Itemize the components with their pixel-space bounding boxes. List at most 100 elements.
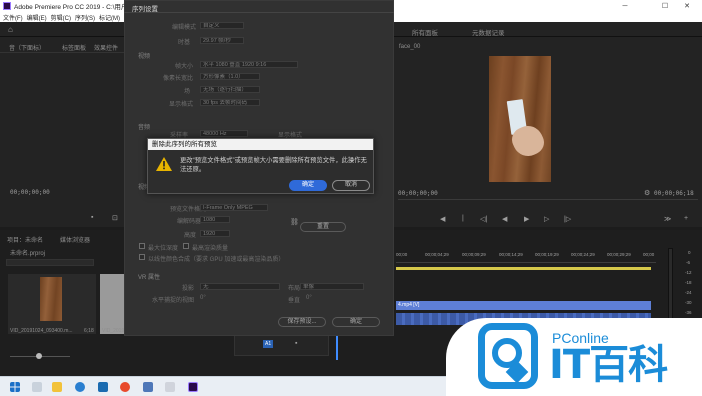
step-back-icon[interactable]: ◀ <box>502 215 507 223</box>
ruler-tick: 00;00;29;29 <box>607 252 631 257</box>
play-icon[interactable]: ▶ <box>524 215 529 223</box>
row-label: 编解码器 <box>177 219 202 225</box>
firefox-icon[interactable] <box>120 382 130 392</box>
workspace-tab-metadata[interactable]: 元数据记录 <box>472 27 505 37</box>
project-thumbnail-2[interactable] <box>100 274 124 334</box>
store-icon[interactable] <box>98 382 108 392</box>
step-forward-icon[interactable]: ▷ <box>544 215 549 223</box>
alert-ok-button[interactable]: 确定 <box>289 180 327 191</box>
save-preset-button[interactable]: 保存预设... <box>278 317 326 327</box>
tab-media-browser[interactable]: 媒体浏览器 <box>60 235 90 244</box>
minimize-button[interactable]: ─ <box>610 0 640 12</box>
track-a1-toggle[interactable]: A1 <box>263 340 274 348</box>
windows-start-icon[interactable] <box>10 382 20 392</box>
pconline-logo-icon <box>478 323 538 389</box>
task-view-icon[interactable] <box>32 382 42 392</box>
checkbox-label: 以线性颜色合成（要求 GPU 加速或最高渲染品质） <box>148 257 285 263</box>
editing-mode-select[interactable]: 自定义 <box>200 22 244 29</box>
premiere-app-icon <box>3 2 11 10</box>
app-icon[interactable] <box>143 382 153 392</box>
export-frame-icon[interactable]: ⊡ <box>112 214 118 222</box>
max-render-quality-checkbox[interactable] <box>183 243 189 249</box>
settings-gear-icon[interactable]: ⚙ <box>644 189 650 197</box>
alert-title: 删除此序列的所有预览 <box>148 139 373 150</box>
pixel-aspect-select[interactable]: 方形像素（1.0） <box>200 73 260 80</box>
home-icon[interactable]: ⌂ <box>8 26 16 34</box>
video-clip[interactable]: 4.mp4 [V] <box>396 301 651 310</box>
section-vr: VR 属性 <box>138 275 161 281</box>
tab-labels[interactable]: 标签面板 <box>62 43 86 52</box>
row-label: 投影 <box>182 286 195 292</box>
thumbnail-image <box>40 277 62 321</box>
tab-effect-controls[interactable]: 效果控件 <box>94 43 118 52</box>
menu-sequence[interactable]: 序列(S) <box>75 13 95 22</box>
row-label: 高度 <box>184 233 197 239</box>
mute-icon[interactable]: ▪ <box>295 340 297 347</box>
horizontal-view-value[interactable]: 0° <box>200 295 206 301</box>
fields-select[interactable]: 无场（逐行扫描） <box>200 86 260 93</box>
dialog-ok-button[interactable]: 确定 <box>332 317 380 327</box>
frame-size-fields[interactable]: 水平 1080 垂直 1920 9:16 <box>200 61 298 68</box>
menu-edit[interactable]: 编辑(E) <box>27 13 47 22</box>
display-format-select[interactable]: 30 fps 丢帧时间码 <box>200 99 260 106</box>
zoom-slider-handle[interactable] <box>36 353 42 359</box>
section-video: 视频 <box>138 54 151 60</box>
layout-select[interactable]: 单像 <box>300 283 364 290</box>
checkbox-label: 最高渲染质量 <box>192 246 229 252</box>
add-button-icon[interactable]: + <box>684 215 688 222</box>
tab-source[interactable]: 音（下面标） <box>9 43 45 52</box>
ruler-tick: 00;00 <box>643 252 655 257</box>
work-area-bar[interactable] <box>396 267 651 270</box>
file-explorer-icon[interactable] <box>52 382 62 392</box>
go-to-in-icon[interactable]: ◁| <box>480 215 487 223</box>
vertical-view-value[interactable]: 0° <box>306 295 312 301</box>
link-icon[interactable]: ⛓ <box>290 218 299 226</box>
meter-label: -24 <box>685 290 692 295</box>
project-thumbnail-1[interactable] <box>8 274 96 334</box>
premiere-taskbar-icon[interactable] <box>188 382 198 392</box>
wrench-icon[interactable]: ▪ <box>91 214 93 221</box>
app-icon[interactable] <box>165 382 175 392</box>
max-bit-depth-checkbox[interactable] <box>139 243 145 249</box>
ruler-tick: 00;00;09;29 <box>462 252 486 257</box>
go-to-out-icon[interactable]: |▷ <box>564 215 571 223</box>
alert-cancel-button[interactable]: 取消 <box>332 180 370 191</box>
menu-file[interactable]: 文件(F) <box>3 13 23 22</box>
sample-rate-select[interactable]: 48000 Hz <box>200 130 248 137</box>
timebase-select[interactable]: 29.97 帧/秒 <box>200 37 244 44</box>
reset-button[interactable]: 重置 <box>300 222 346 232</box>
project-search-input[interactable] <box>6 259 94 266</box>
projection-select[interactable]: 无 <box>200 283 280 290</box>
row-label: 时基 <box>178 40 191 46</box>
program-preview-image <box>489 56 551 182</box>
meter-label: -18 <box>685 280 692 285</box>
mark-in-icon[interactable]: ◀ <box>440 215 445 223</box>
program-monitor-tab[interactable]: face_00 <box>399 44 420 50</box>
tab-project[interactable]: 项目：未命名 <box>7 235 43 244</box>
source-timecode-left: 00;00;00;00 <box>10 189 50 196</box>
section-audio: 音频 <box>138 125 151 131</box>
workspace-tab-all-panels[interactable]: 所有面板 <box>412 27 438 37</box>
ruler-tick: 00;00 <box>396 252 408 257</box>
row-label: 场 <box>184 89 191 95</box>
linear-color-checkbox[interactable] <box>139 254 145 260</box>
warning-icon <box>156 157 172 171</box>
preview-format-select[interactable]: I-Frame Only MPEG <box>200 204 268 211</box>
menu-clip[interactable]: 剪辑(C) <box>51 13 71 22</box>
project-filename: 未命名.prproj <box>10 251 46 257</box>
menu-marker[interactable]: 标记(M) <box>99 13 120 22</box>
row-label: 水平捕捉的视图 <box>152 298 195 304</box>
thumbnail-1-duration: 6;18 <box>84 328 94 334</box>
close-button[interactable]: ✕ <box>672 0 702 12</box>
playhead[interactable] <box>336 334 338 360</box>
meter-label: -30 <box>685 300 692 305</box>
mark-out-icon[interactable]: | <box>462 215 464 222</box>
alert-message: 更改“预览文件格式”或预览帧大小需要删除所有预览文件，此操作无法还原。 <box>180 157 367 173</box>
track-headers: A1 ▪ <box>234 334 329 356</box>
project-panel: 项目：未命名 媒体浏览器 未命名.prproj VID_20191024_093… <box>0 230 124 376</box>
browser-icon[interactable] <box>75 382 85 392</box>
preview-height-field[interactable]: 1920 <box>200 230 230 237</box>
button-editor-icon[interactable]: ≫ <box>664 215 671 223</box>
preview-width-field[interactable]: 1080 <box>200 216 230 223</box>
watermark-cn: IT百科 <box>549 342 668 388</box>
